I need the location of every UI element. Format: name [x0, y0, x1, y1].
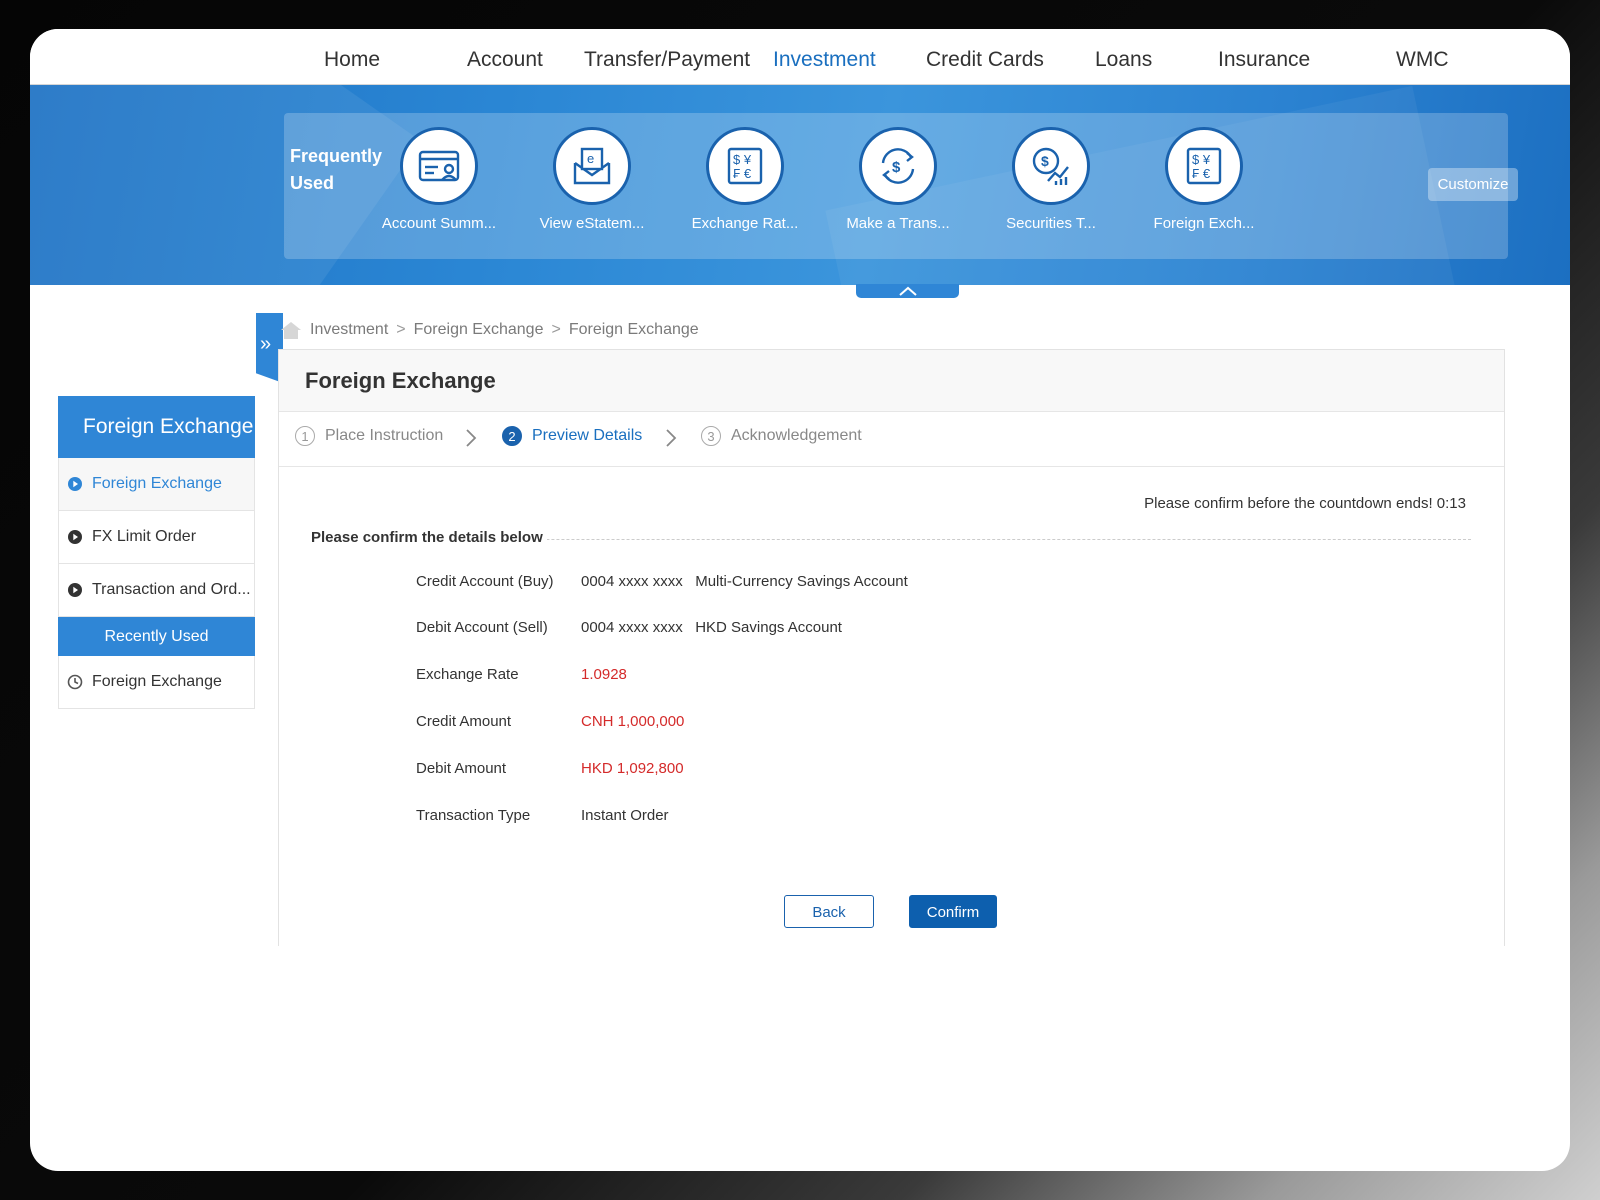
clock-icon — [67, 674, 83, 690]
sidebar-item-fx-limit-order[interactable]: FX Limit Order — [58, 511, 255, 564]
detail-value: Instant Order — [581, 807, 669, 824]
detail-label: Exchange Rate — [416, 666, 519, 683]
currency-icon: $ ¥ ₣ € — [706, 127, 784, 205]
svg-text:e: e — [587, 151, 594, 166]
svg-text:$ ¥: $ ¥ — [733, 152, 752, 167]
section-title: Please confirm the details below — [311, 529, 547, 546]
breadcrumb-item[interactable]: Investment — [310, 321, 388, 339]
page-title: Foreign Exchange — [279, 350, 1504, 412]
detail-value: 1.0928 — [581, 666, 627, 683]
nav-credit-cards[interactable]: Credit Cards — [926, 48, 1044, 72]
step-number: 1 — [295, 426, 315, 446]
shortcut-label: Make a Trans... — [846, 215, 950, 232]
breadcrumb: Investment > Foreign Exchange > Foreign … — [280, 319, 699, 341]
sidebar-item-label: Transaction and Ord... — [92, 581, 251, 598]
recent-item-foreign-exchange[interactable]: Foreign Exchange — [58, 656, 255, 709]
quick-access-banner: Frequently Used Account Summ... e View e… — [30, 85, 1570, 285]
back-button[interactable]: Back — [784, 895, 874, 928]
chevron-right-icon — [466, 429, 477, 447]
sidebar: Foreign Exchange Foreign Exchange FX Lim… — [58, 396, 255, 709]
svg-text:$: $ — [892, 159, 901, 176]
detail-label: Credit Amount — [416, 713, 512, 730]
breadcrumb-separator: > — [396, 321, 406, 338]
sidebar-item-label: FX Limit Order — [92, 528, 197, 545]
shortcut-account-summary[interactable]: Account Summ... — [364, 127, 514, 232]
shortcut-make-transfer[interactable]: $ Make a Trans... — [823, 127, 973, 232]
step-preview-details: 2 Preview Details — [502, 426, 642, 446]
step-number: 3 — [701, 426, 721, 446]
chevron-right-icon — [666, 429, 677, 447]
recently-used-header: Recently Used — [58, 617, 255, 656]
svg-text:$: $ — [1041, 153, 1049, 169]
step-label: Place Instruction — [325, 427, 444, 444]
shortcut-view-estatement[interactable]: e View eStatem... — [517, 127, 667, 232]
detail-value: CNH 1,000,000 — [581, 713, 685, 730]
currency-icon: $ ¥ ₣ € — [1165, 127, 1243, 205]
recent-item-label: Foreign Exchange — [92, 673, 222, 690]
progress-steps: 1 Place Instruction 2 Preview Details 3 … — [279, 412, 1504, 467]
shortcut-label: Foreign Exch... — [1153, 215, 1255, 232]
shortcut-label: Account Summ... — [381, 215, 497, 232]
home-icon[interactable] — [280, 320, 302, 340]
step-acknowledgement: 3 Acknowledgement — [701, 426, 862, 446]
svg-text:$ ¥: $ ¥ — [1192, 152, 1211, 167]
breadcrumb-separator: > — [551, 321, 561, 338]
detail-value: HKD 1,092,800 — [581, 760, 684, 777]
shortcut-exchange-rate[interactable]: $ ¥ ₣ € Exchange Rat... — [670, 127, 820, 232]
step-label: Acknowledgement — [731, 427, 862, 444]
nav-transfer-payment[interactable]: Transfer/Payment — [584, 48, 750, 72]
nav-investment[interactable]: Investment — [773, 48, 876, 72]
play-circle-icon — [68, 477, 82, 491]
collapse-banner-button[interactable] — [856, 284, 959, 298]
svg-text:₣ €: ₣ € — [733, 166, 752, 181]
step-place-instruction: 1 Place Instruction — [295, 426, 443, 446]
shortcut-foreign-exchange[interactable]: $ ¥ ₣ € Foreign Exch... — [1129, 127, 1279, 232]
main-panel: Foreign Exchange 1 Place Instruction 2 P… — [278, 349, 1505, 946]
securities-chart-icon: $ — [1012, 127, 1090, 205]
detail-value: 0004 xxxx xxxx HKD Savings Account — [581, 619, 842, 636]
customize-button[interactable]: Customize — [1428, 168, 1518, 201]
nav-home[interactable]: Home — [324, 48, 380, 72]
nav-account[interactable]: Account — [467, 48, 543, 72]
detail-label: Transaction Type — [416, 807, 531, 824]
nav-wmc[interactable]: WMC — [1396, 48, 1448, 72]
shortcut-label: View eStatem... — [539, 215, 645, 232]
nav-loans[interactable]: Loans — [1095, 48, 1152, 72]
detail-label: Credit Account (Buy) — [416, 573, 554, 590]
sidebar-title: Foreign Exchange — [58, 396, 255, 458]
nav-insurance[interactable]: Insurance — [1218, 48, 1310, 72]
step-number: 2 — [502, 426, 522, 446]
play-circle-icon — [68, 530, 82, 544]
estatement-icon: e — [553, 127, 631, 205]
shortcut-securities-trading[interactable]: $ Securities T... — [976, 127, 1126, 232]
shortcut-label: Exchange Rat... — [691, 215, 799, 232]
detail-label: Debit Account (Sell) — [416, 619, 548, 636]
detail-label: Debit Amount — [416, 760, 507, 777]
transfer-icon: $ — [859, 127, 937, 205]
confirm-button[interactable]: Confirm — [909, 895, 997, 928]
top-nav: Home Account Transfer/Payment Investment… — [30, 29, 1570, 85]
breadcrumb-item[interactable]: Foreign Exchange — [414, 321, 544, 339]
app-screen: Home Account Transfer/Payment Investment… — [30, 29, 1570, 1171]
breadcrumb-item-current: Foreign Exchange — [568, 321, 699, 338]
double-chevron-right-icon: » — [260, 333, 272, 355]
countdown-text: Please confirm before the countdown ends… — [1144, 495, 1466, 512]
svg-text:₣ €: ₣ € — [1192, 166, 1211, 181]
sidebar-item-transaction-orders[interactable]: Transaction and Ord... — [58, 564, 255, 617]
account-summary-icon — [400, 127, 478, 205]
step-label: Preview Details — [532, 427, 643, 444]
detail-value: 0004 xxxx xxxx Multi-Currency Savings Ac… — [581, 573, 908, 590]
shortcut-label: Securities T... — [1006, 215, 1096, 232]
frequently-used-panel: Frequently Used Account Summ... e View e… — [284, 113, 1518, 259]
sidebar-item-foreign-exchange[interactable]: Foreign Exchange — [58, 458, 255, 511]
chevron-up-icon — [899, 286, 917, 296]
play-circle-icon — [68, 583, 82, 597]
sidebar-item-label: Foreign Exchange — [92, 475, 222, 492]
